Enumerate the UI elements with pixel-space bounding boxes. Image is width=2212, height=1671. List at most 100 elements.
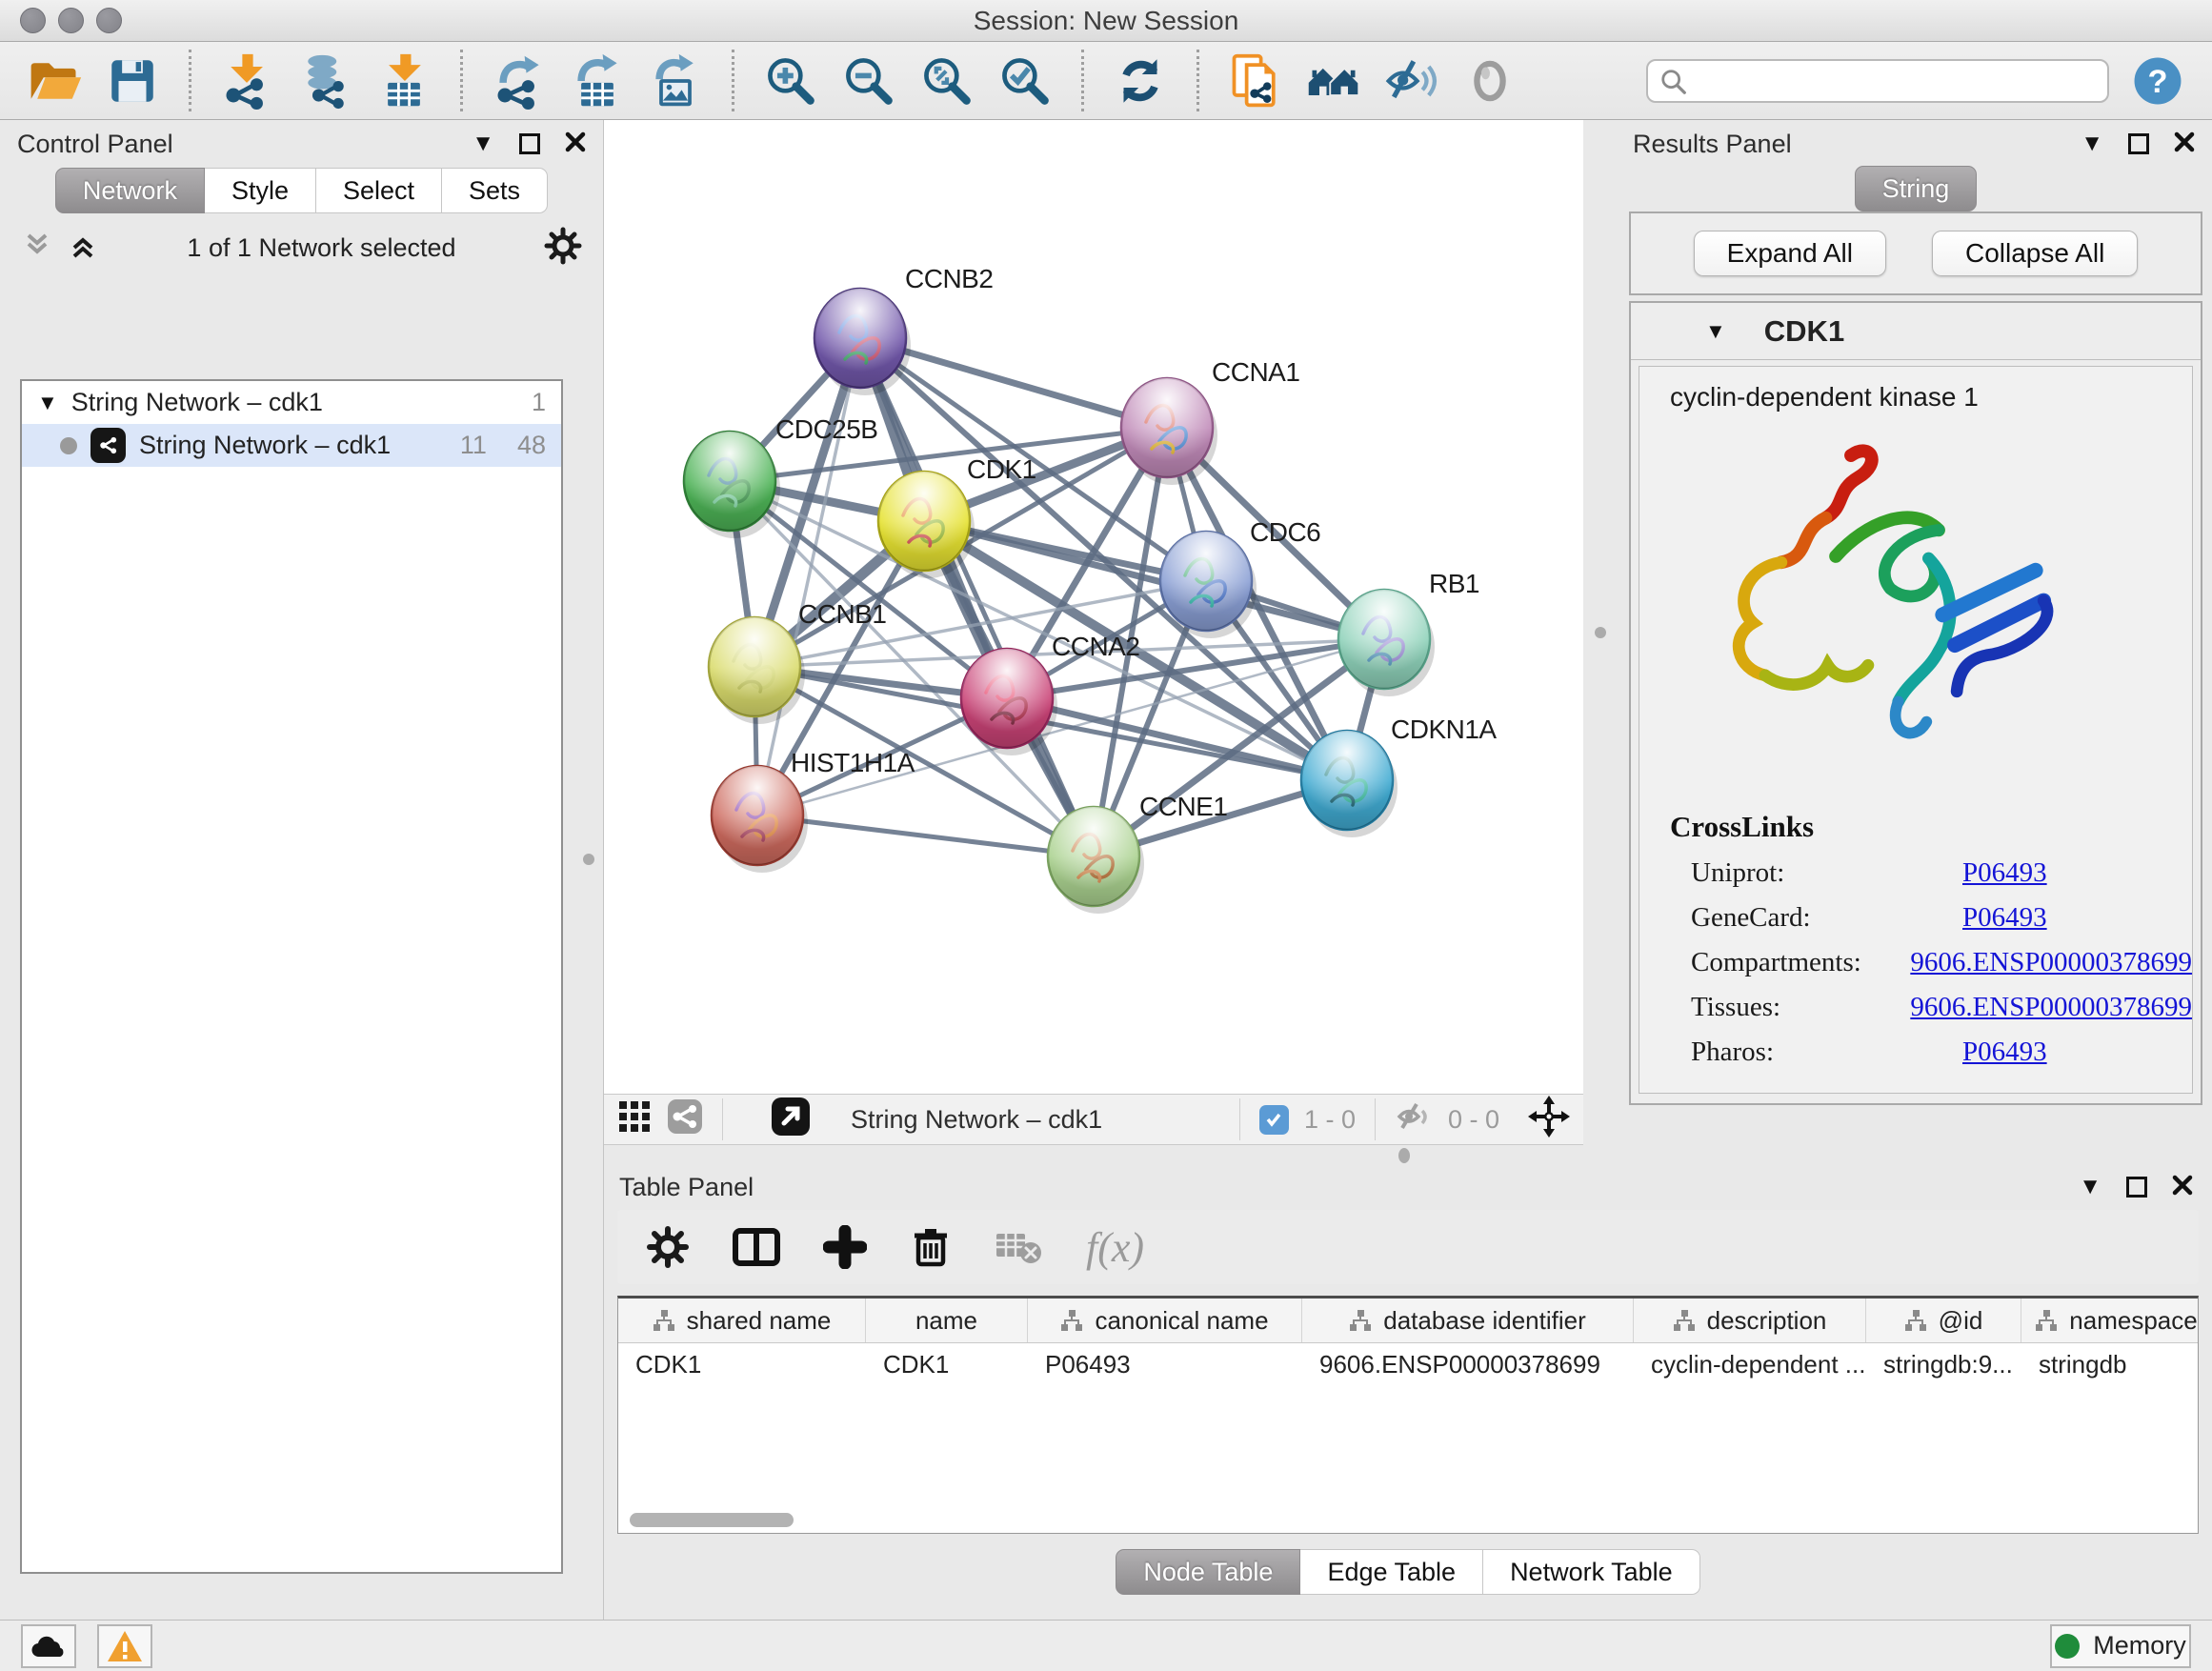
network-node-HIST1H1A[interactable] [712,766,808,873]
edge-count: 48 [517,431,546,460]
birdseye-view-icon[interactable] [771,1097,811,1143]
crosslink-link[interactable]: P06493 [1962,857,2047,889]
left-splitter-handle[interactable] [583,854,594,865]
function-builder-icon[interactable]: f(x) [1086,1223,1144,1272]
network-node-CDK1[interactable] [878,472,975,578]
panel-collapse-icon[interactable]: ▼ [2081,132,2103,155]
column-header-description[interactable]: description [1634,1299,1866,1342]
memory-button[interactable]: Memory [2050,1624,2191,1668]
search-input[interactable] [1646,59,2109,103]
tab-select[interactable]: Select [316,168,442,213]
expand-all-button[interactable]: Expand All [1694,231,1886,276]
memory-status-dot [2055,1634,2080,1659]
gene-entry-header[interactable]: ▼ CDK1 [1631,303,2201,360]
add-column-icon[interactable] [823,1225,867,1269]
gear-icon[interactable] [544,227,582,270]
network-selection-status: 1 of 1 Network selected [99,233,544,263]
tab-style[interactable]: Style [205,168,316,213]
pages-network-icon[interactable] [1226,51,1285,111]
traffic-light-zoom-button[interactable] [96,8,122,33]
delete-column-icon[interactable] [909,1225,953,1269]
crosslink-link[interactable]: P06493 [1962,1037,2047,1068]
tab-network-table[interactable]: Network Table [1483,1549,1700,1595]
tab-network[interactable]: Network [55,168,205,213]
table-row[interactable]: CDK1CDK1P064939606.ENSP00000378699cyclin… [618,1343,2198,1385]
refresh-icon[interactable] [1111,51,1170,111]
help-icon[interactable]: ? [2128,51,2187,111]
network-node-CCNE1[interactable] [1048,807,1144,914]
zoom-out-icon[interactable] [839,51,898,111]
panel-float-icon[interactable] [2126,1177,2147,1198]
delete-table-icon[interactable] [995,1228,1044,1266]
right-splitter-handle[interactable] [1595,627,1606,638]
expand-all-tree-icon[interactable] [67,230,99,267]
houses-icon[interactable] [1304,51,1363,111]
tree-expand-icon[interactable]: ▼ [37,391,58,415]
network-collection-row[interactable]: ▼ String Network – cdk1 1 [22,381,561,424]
traffic-light-close-button[interactable] [20,8,46,33]
grid-view-icon[interactable] [617,1099,652,1140]
network-share-icon[interactable] [667,1098,703,1141]
panel-collapse-icon[interactable]: ▼ [2079,1176,2101,1198]
zoom-selected-icon[interactable] [995,51,1055,111]
entry-collapse-icon[interactable]: ▼ [1705,319,1726,344]
selected-nodes-checkbox[interactable] [1259,1105,1289,1135]
network-node-CDC25B[interactable] [684,432,780,538]
crosslink-link[interactable]: 9606.ENSP00000378699 [1910,992,2192,1023]
collapse-all-tree-icon[interactable] [21,230,53,267]
zoom-fit-icon[interactable] [917,51,976,111]
node-label-CDK1: CDK1 [967,454,1036,484]
import-network-file-icon[interactable] [218,51,277,111]
crosslink-label: GeneCard: [1691,902,1962,934]
column-header-shared-name[interactable]: shared name [618,1299,866,1342]
tab-sets[interactable]: Sets [442,168,548,213]
column-header-name[interactable]: name [866,1299,1028,1342]
network-node-CDKN1A[interactable] [1301,731,1398,837]
show-graphics-icon[interactable] [1460,51,1519,111]
column-header-database-identifier[interactable]: database identifier [1302,1299,1634,1342]
panel-collapse-icon[interactable]: ▼ [472,132,494,155]
network-edge-CCNB2-CCNE1[interactable] [860,338,1094,856]
export-image-icon[interactable] [646,51,705,111]
save-session-icon[interactable] [103,51,162,111]
collapse-all-button[interactable]: Collapse All [1932,231,2138,276]
traffic-light-minimize-button[interactable] [58,8,84,33]
column-header-canonical-name[interactable]: canonical name [1028,1299,1302,1342]
panel-float-icon[interactable] [2128,133,2149,154]
tab-string[interactable]: String [1855,166,1978,211]
node-label-HIST1H1A: HIST1H1A [791,748,915,777]
panel-close-icon[interactable] [2174,131,2195,157]
bottom-splitter-handle[interactable] [1398,1148,1410,1163]
panel-close-icon[interactable] [565,131,586,157]
zoom-in-icon[interactable] [761,51,820,111]
warning-icon[interactable] [97,1624,152,1668]
hidden-eye-icon[interactable] [1395,1097,1433,1142]
tab-node-table[interactable]: Node Table [1116,1549,1300,1595]
network-canvas[interactable]: CCNB2CCNA1CDC25BCDK1CDC6RB1CCNB1CCNA2CDK… [604,120,1583,1094]
import-network-database-icon[interactable] [296,51,355,111]
network-edge-CCNB2-HIST1H1A[interactable] [757,338,860,815]
open-session-icon[interactable] [25,51,84,111]
panel-close-icon[interactable] [2172,1175,2193,1200]
network-row[interactable]: String Network – cdk1 11 48 [22,424,561,467]
table-gear-icon[interactable] [646,1225,690,1269]
protein-structure-image [1681,437,2192,785]
network-node-RB1[interactable] [1338,590,1435,696]
show-columns-icon[interactable] [732,1225,781,1269]
crosslink-link[interactable]: 9606.ENSP00000378699 [1910,947,2192,978]
network-node-CCNA2[interactable] [961,649,1057,755]
horizontal-scrollbar[interactable] [630,1513,794,1527]
export-network-icon[interactable] [490,51,549,111]
navigator-icon[interactable] [1528,1096,1570,1144]
panel-float-icon[interactable] [519,133,540,154]
column-header-namespace[interactable]: namespace [2021,1299,2199,1342]
import-table-icon[interactable] [374,51,433,111]
cloud-icon[interactable] [21,1624,76,1668]
crosslink-link[interactable]: P06493 [1962,902,2047,934]
tab-edge-table[interactable]: Edge Table [1300,1549,1483,1595]
network-node-CCNB2[interactable] [814,289,911,395]
column-header-@id[interactable]: @id [1866,1299,2021,1342]
export-table-icon[interactable] [568,51,627,111]
network-node-CCNA1[interactable] [1121,378,1217,485]
hide-graphics-icon[interactable] [1382,51,1441,111]
